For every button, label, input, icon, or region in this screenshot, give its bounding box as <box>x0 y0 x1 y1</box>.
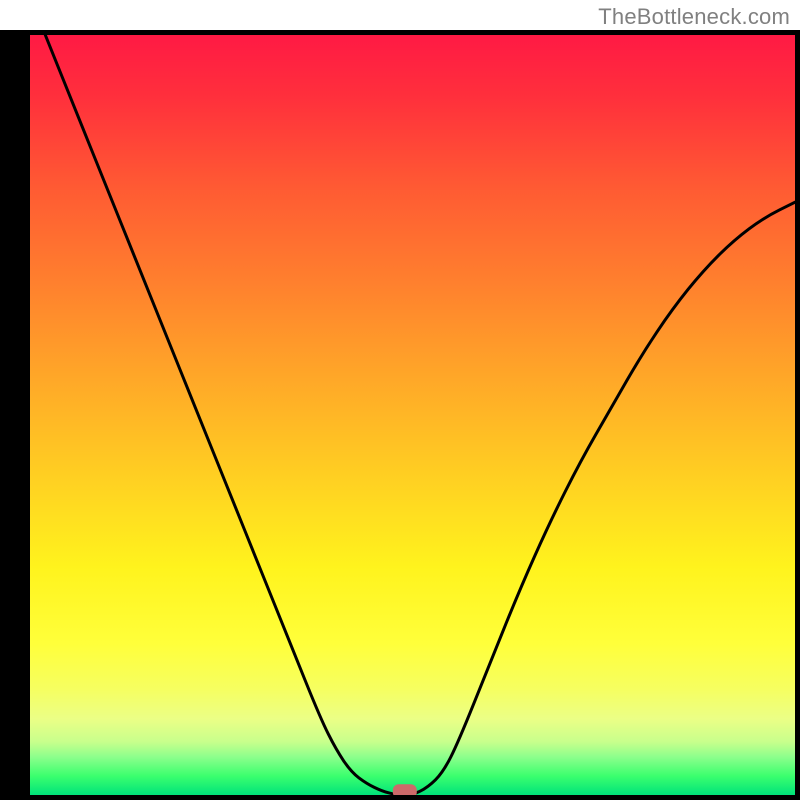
bottleneck-curve <box>45 35 795 795</box>
curve-layer <box>30 35 795 795</box>
chart-container: TheBottleneck.com <box>0 0 800 800</box>
optimum-marker <box>393 784 417 795</box>
plot-area <box>30 35 795 795</box>
plot-frame <box>0 30 800 800</box>
attribution-text: TheBottleneck.com <box>598 4 790 30</box>
